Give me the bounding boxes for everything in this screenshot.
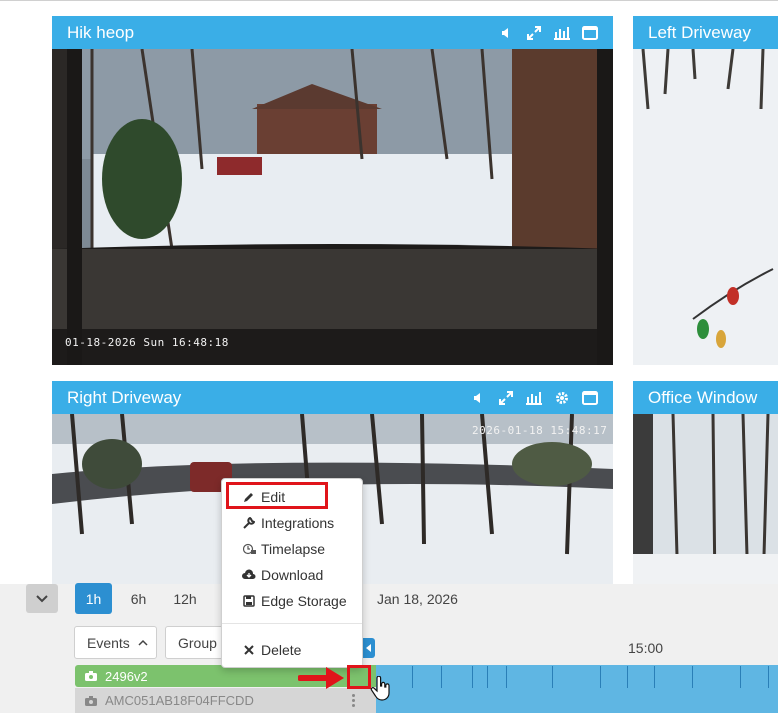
camera-title: Left Driveway xyxy=(648,23,751,42)
menu-item-label: Integrations xyxy=(261,515,335,531)
chevron-down-icon xyxy=(36,594,48,602)
menu-item-label: Edge Storage xyxy=(261,593,347,609)
caret-left-icon xyxy=(366,644,371,652)
camera-video-feed[interactable] xyxy=(633,49,778,365)
menu-item-timelapse[interactable]: Timelapse xyxy=(242,537,362,561)
timeline-date: Jan 18, 2026 xyxy=(377,591,458,607)
event-marker[interactable] xyxy=(692,666,693,688)
group-dropdown[interactable]: Group xyxy=(165,626,225,659)
event-marker[interactable] xyxy=(600,666,601,688)
bar-chart-icon[interactable] xyxy=(553,24,571,42)
camera-tile-header: Office Window xyxy=(633,381,778,414)
timeline-track[interactable] xyxy=(376,665,778,713)
timeline-time-tick: 15:00 xyxy=(628,640,664,656)
wrench-icon xyxy=(242,516,256,530)
annotation-highlight-square xyxy=(347,665,371,689)
row-options-icon[interactable] xyxy=(350,694,356,708)
camera-title: Right Driveway xyxy=(67,388,182,407)
camera-timestamp: 01-18-2026 Sun 16:48:18 xyxy=(65,336,229,349)
speaker-icon[interactable] xyxy=(497,24,515,42)
camera-timestamp: 2026-01-18 15:48:17 xyxy=(472,424,608,437)
camera-row-label: 2496v2 xyxy=(105,668,148,684)
camera-icon xyxy=(85,671,97,681)
speaker-icon[interactable] xyxy=(469,389,487,407)
event-marker[interactable] xyxy=(506,666,507,688)
event-marker[interactable] xyxy=(472,666,473,688)
event-marker[interactable] xyxy=(740,666,741,688)
menu-item-label: Delete xyxy=(261,642,302,658)
window-icon[interactable] xyxy=(581,24,599,42)
pencil-icon xyxy=(242,490,256,504)
timeline-prev-button[interactable] xyxy=(363,638,375,658)
events-dropdown[interactable]: Events xyxy=(74,626,157,659)
collapse-timeline-button[interactable] xyxy=(26,584,58,613)
menu-item-label: Download xyxy=(261,567,324,583)
events-dropdown-label: Events xyxy=(87,634,130,651)
hand-cursor-icon xyxy=(370,676,390,701)
camera-tile-office-window[interactable]: Office Window xyxy=(633,381,778,591)
expand-icon[interactable] xyxy=(525,24,543,42)
menu-item-edge-storage[interactable]: Edge Storage xyxy=(242,589,362,613)
cloud-download-icon xyxy=(242,568,256,582)
camera-tile-header: Left Driveway xyxy=(633,16,778,49)
expand-icon[interactable] xyxy=(497,389,515,407)
event-marker[interactable] xyxy=(441,666,442,688)
camera-title: Hik heop xyxy=(67,23,135,42)
camera-scene xyxy=(633,49,778,365)
range-12h-button[interactable]: 12h xyxy=(165,583,205,614)
event-marker[interactable] xyxy=(768,666,769,688)
camera-tile-hik-heop[interactable]: Hik heop 01-18-2026 Sun 16:48:18 xyxy=(52,16,613,365)
camera-scene xyxy=(52,49,613,365)
camera-video-feed[interactable]: 01-18-2026 Sun 16:48:18 xyxy=(52,49,613,365)
chevron-up-icon xyxy=(138,639,148,646)
event-marker[interactable] xyxy=(627,666,628,688)
menu-item-label: Timelapse xyxy=(261,541,326,557)
event-marker[interactable] xyxy=(552,666,553,688)
menu-item-label: Edit xyxy=(261,489,286,505)
camera-scene xyxy=(633,414,778,591)
camera-icon xyxy=(85,695,97,706)
timelapse-icon xyxy=(242,542,256,556)
camera-tile-header: Right Driveway xyxy=(52,381,613,414)
event-marker[interactable] xyxy=(412,666,413,688)
x-icon xyxy=(242,643,256,657)
top-divider xyxy=(0,0,778,1)
context-menu: Edit Integrations Timelapse Download Edg… xyxy=(221,478,363,668)
gear-icon[interactable] xyxy=(553,389,571,407)
camera-tile-left-driveway[interactable]: Left Driveway xyxy=(633,16,778,365)
annotation-arrow-icon xyxy=(298,667,344,689)
menu-item-integrations[interactable]: Integrations xyxy=(242,511,362,535)
menu-item-download[interactable]: Download xyxy=(242,563,362,587)
camera-video-feed[interactable] xyxy=(633,414,778,591)
event-marker[interactable] xyxy=(487,666,488,688)
floppy-disk-icon xyxy=(242,594,256,608)
event-marker[interactable] xyxy=(654,666,655,688)
range-1h-button[interactable]: 1h xyxy=(75,583,112,614)
menu-divider xyxy=(222,623,362,624)
range-6h-button[interactable]: 6h xyxy=(120,583,157,614)
menu-item-edit[interactable]: Edit xyxy=(242,485,362,509)
camera-row-label: AMC051AB18F04FFCDD xyxy=(105,693,254,708)
bar-chart-icon[interactable] xyxy=(525,389,543,407)
camera-tile-header: Hik heop xyxy=(52,16,613,49)
camera-title: Office Window xyxy=(648,388,758,407)
menu-item-delete[interactable]: Delete xyxy=(242,638,362,662)
window-icon[interactable] xyxy=(581,389,599,407)
group-dropdown-label: Group xyxy=(178,634,217,651)
